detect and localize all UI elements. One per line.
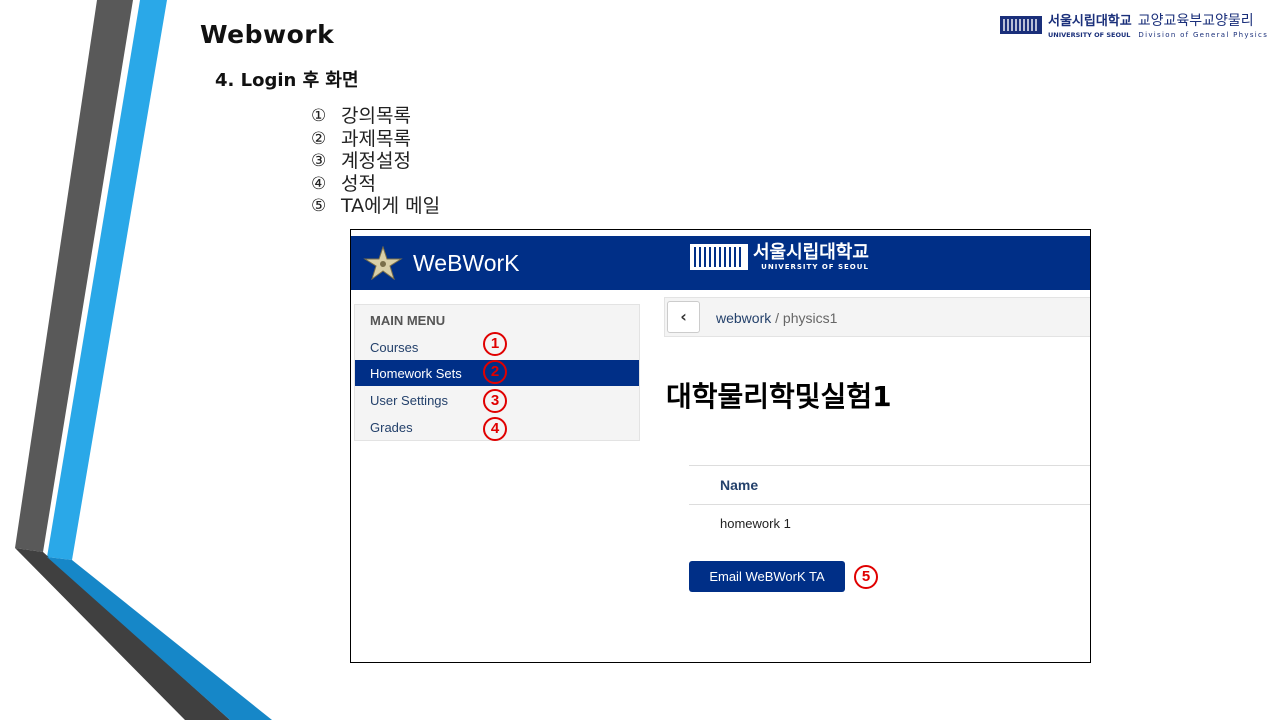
table-divider [689,465,1090,466]
breadcrumb-link-webwork[interactable]: webwork [716,310,771,326]
page-title: 대학물리학및실험1 [666,380,892,413]
annotation-marker-1: 1 [483,332,507,356]
webwork-logo[interactable]: WeBWorK [413,250,520,277]
list-item: ① 강의목록 [311,105,411,127]
breadcrumb-current: physics1 [782,310,838,326]
university-name-kr: 서울시립대학교 [1048,14,1132,29]
webwork-screenshot: WeBWorK 서울시립대학교 UNIVERSITY OF SEOUL MAIN… [350,229,1091,663]
feature-list: ① 강의목록 ② 과제목록 ③ 계정설정 ④ 성적 ⑤ TA에게 메일 [311,105,440,218]
annotation-marker-3: 3 [483,389,507,413]
univ-logo: 서울시립대학교 UNIVERSITY OF SEOUL [689,242,869,272]
univ-name-kr: 서울시립대학교 [753,242,869,263]
list-item: ④ 성적 [311,172,376,195]
list-item: ② 과제목록 [311,127,411,150]
university-emblem-icon [690,244,748,270]
list-item: ⑤ TA에게 메일 [311,195,441,218]
email-ta-button[interactable]: Email WeBWorK TA [689,561,845,592]
menu-heading: MAIN MENU [370,313,446,328]
division-name-en: Division of General Physics [1138,31,1269,39]
webwork-header: WeBWorK 서울시립대학교 UNIVERSITY OF SEOUL [351,236,1090,290]
univ-name-en: UNIVERSITY OF SEOUL [761,263,869,271]
organization-logo: 서울시립대학교 교양교육부교양물리 UNIVERSITY OF SEOUL Di… [1000,10,1268,39]
table-divider [689,504,1090,505]
chevron-left-icon: ‹ [680,307,687,326]
breadcrumb: ‹ webwork / physics1 [664,297,1090,337]
annotation-marker-2: 2 [483,360,507,384]
breadcrumb-trail: webwork / physics1 [716,310,837,326]
slide-title: Webwork [200,20,335,49]
university-emblem-icon [1000,15,1042,34]
annotation-marker-5: 5 [854,565,878,589]
list-item: ③ 계정설정 [311,150,411,173]
university-name-en: UNIVERSITY OF SEOUL [1048,31,1131,39]
back-button[interactable]: ‹ [667,301,700,333]
column-header-name[interactable]: Name [720,477,758,493]
section-title: 4. Login 후 화면 [215,70,359,91]
division-name-kr: 교양교육부교양물리 [1137,13,1254,29]
star-icon [363,246,403,280]
breadcrumb-separator: / [771,310,783,326]
annotation-marker-4: 4 [483,417,507,441]
table-row[interactable]: homework 1 [720,516,791,531]
